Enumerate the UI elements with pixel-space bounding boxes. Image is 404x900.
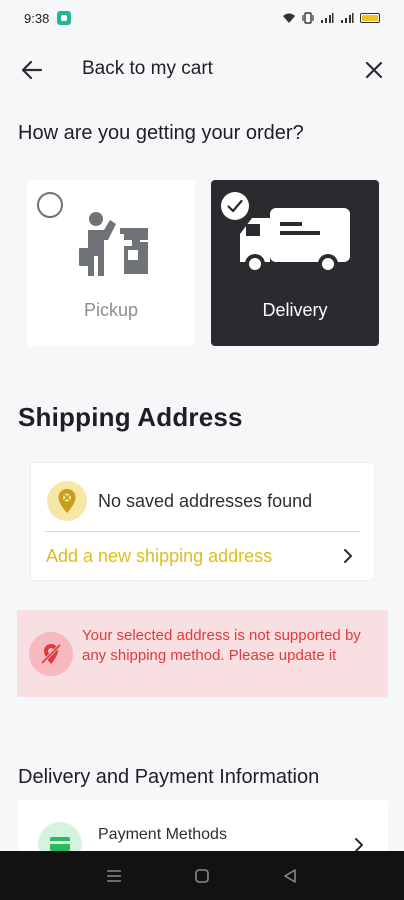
status-time: 9:38 — [24, 10, 50, 26]
back-to-cart-title[interactable]: Back to my cart — [82, 58, 213, 80]
top-bar: Back to my cart — [0, 48, 404, 90]
arrow-left-icon — [21, 60, 43, 80]
close-icon — [365, 61, 383, 79]
home-icon — [195, 868, 209, 883]
add-shipping-address-link[interactable]: Add a new shipping address — [46, 546, 272, 567]
status-bar: 9:38 — [0, 0, 404, 36]
menu-icon — [107, 869, 121, 882]
location-pin-icon — [47, 481, 87, 521]
system-nav-bar — [0, 851, 404, 900]
signal-icon — [341, 13, 354, 23]
vibrate-icon — [302, 12, 314, 24]
shipping-address-title: Shipping Address — [18, 402, 243, 432]
delivery-option[interactable]: Delivery — [211, 180, 379, 346]
status-icons — [282, 12, 380, 24]
payment-methods-label: Payment Methods — [98, 826, 227, 843]
alert-message: Your selected address is not supported b… — [82, 627, 361, 664]
battery-icon — [360, 13, 380, 23]
delivery-payment-title: Delivery and Payment Information — [18, 766, 320, 788]
delivery-truck-icon — [211, 206, 379, 278]
address-card: No saved addresses found Add a new shipp… — [30, 462, 375, 581]
home-button[interactable] — [182, 856, 222, 896]
fulfillment-question: How are you getting your order? — [18, 122, 304, 144]
pickup-person-store-icon — [27, 206, 195, 286]
location-off-icon — [29, 632, 73, 676]
address-unsupported-alert: Your selected address is not supported b… — [17, 610, 388, 697]
app-notification-icon — [57, 11, 72, 25]
signal-icon — [321, 13, 334, 23]
wifi-icon — [283, 13, 295, 23]
divider — [45, 531, 360, 532]
no-addresses-text: No saved addresses found — [98, 491, 313, 511]
pickup-option[interactable]: Pickup — [27, 180, 195, 346]
back-nav-button[interactable] — [270, 856, 310, 896]
back-triangle-icon — [284, 868, 296, 883]
close-button[interactable] — [360, 56, 388, 84]
pickup-label: Pickup — [83, 300, 139, 320]
delivery-label: Delivery — [262, 300, 328, 320]
back-button[interactable] — [18, 56, 46, 84]
chevron-right-icon[interactable] — [338, 545, 358, 567]
menu-button[interactable] — [94, 856, 134, 896]
